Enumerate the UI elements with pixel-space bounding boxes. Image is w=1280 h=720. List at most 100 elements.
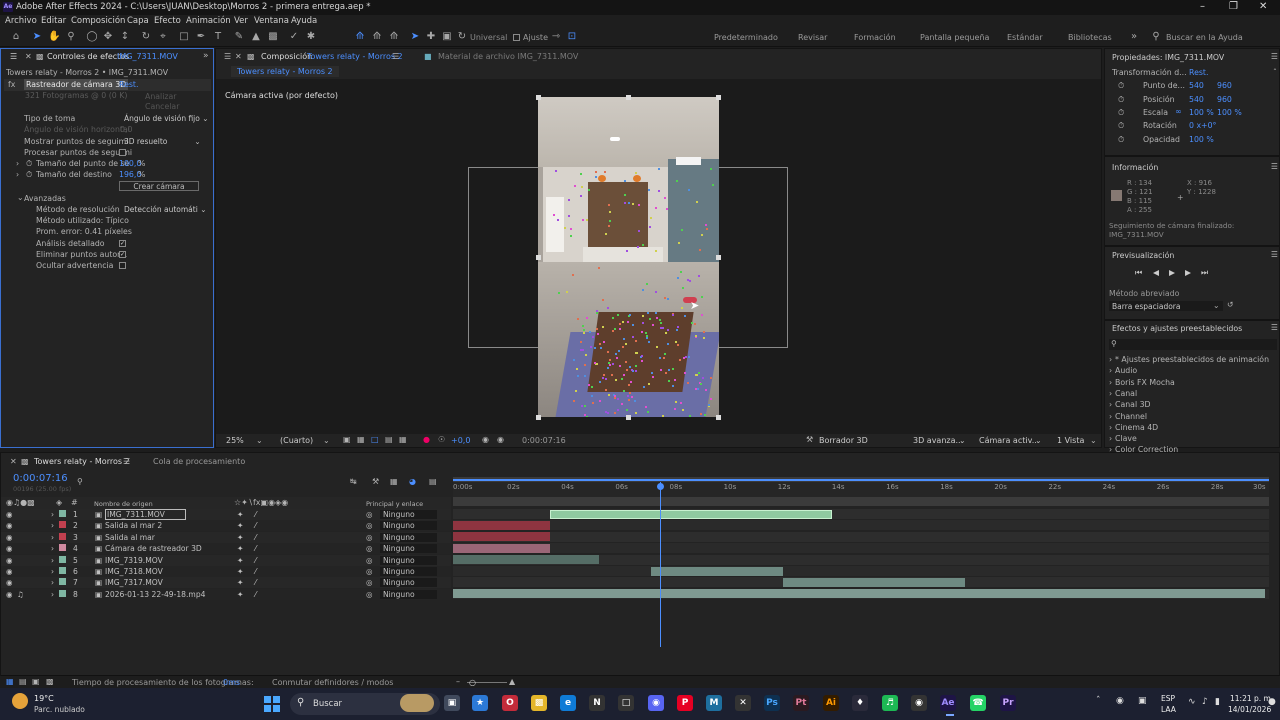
layer-row[interactable]: ◉›▣✦⁄◎⌄2Salida al mar 2Ninguno [1,520,451,532]
track-point[interactable] [600,346,603,349]
rotation-value[interactable]: 0 x+0° [1189,121,1216,130]
grid-icon[interactable]: ▦ [399,435,407,444]
preset-category[interactable]: Clave [1115,434,1137,443]
track-point[interactable] [664,353,667,356]
region-icon[interactable]: ▣ [343,435,351,444]
comp-viewer-image[interactable] [538,97,719,417]
track-point[interactable] [671,368,674,371]
handle[interactable] [536,255,541,260]
shy-switch-icon[interactable]: ✦ [237,533,243,542]
track-point[interactable] [659,357,662,360]
preset-category[interactable]: Audio [1115,366,1137,375]
track-point[interactable] [709,167,712,170]
close-panel-icon[interactable]: ✕ [235,52,242,61]
tray-overflow-icon[interactable]: ˆ [1096,696,1101,706]
track-point[interactable] [635,172,638,175]
handle[interactable] [536,95,541,100]
track-point[interactable] [585,317,588,319]
parent-dropdown[interactable]: Ninguno [380,578,437,588]
track-point[interactable] [575,368,578,371]
layer-name[interactable]: 2026-01-13 22-49-18.mp4 [105,590,205,599]
parent-header[interactable]: Principal y enlace [366,500,423,508]
views-dropdown[interactable]: 1 Vista [1057,436,1084,445]
expand-arrow-icon[interactable]: › [51,578,54,587]
layer-duration-bar[interactable] [783,577,965,587]
link-icon[interactable]: ∞ [1175,107,1182,116]
expand-arrow-icon[interactable]: › [16,159,19,168]
layer-row[interactable]: ◉›▣✦⁄◎⌄3Salida al marNinguno [1,531,451,543]
weather-desc[interactable]: Parc. nublado [34,705,85,714]
puppet-tool-icon[interactable]: ✱ [305,31,317,43]
layer-name[interactable]: Salida al mar 2 [105,521,162,530]
track-point[interactable] [655,346,658,349]
track-point[interactable] [608,361,611,364]
track-point[interactable] [582,325,585,328]
shy-switch-icon[interactable]: ✦ [237,578,243,587]
transform-reset[interactable]: Rest. [1189,68,1208,77]
track-point[interactable] [617,314,620,317]
track-point[interactable] [598,381,601,384]
preset-expand-icon[interactable]: › [1109,389,1112,398]
windows-start-icon[interactable] [264,696,280,712]
track-point[interactable] [628,384,631,387]
track-point[interactable] [597,266,600,269]
track-point[interactable] [695,335,698,338]
panel-menu-icon[interactable]: ☰ [1271,162,1278,171]
photoshop-icon[interactable]: Ps [764,695,780,711]
more-workspaces-icon[interactable]: » [1128,31,1140,43]
track-point[interactable] [684,372,687,375]
dolly-camera-icon[interactable]: ↕ [119,31,131,43]
track-point[interactable] [699,383,702,386]
pickwhip-icon[interactable]: ◎ [366,544,373,553]
track-point[interactable] [586,218,589,221]
track-point[interactable] [601,377,604,380]
track-point[interactable] [569,227,572,230]
move-gizmo-icon[interactable]: ➤ [409,31,421,43]
track-point[interactable] [646,411,649,414]
track-point[interactable] [618,349,621,352]
track-point[interactable] [637,230,640,233]
ajuste-checkbox[interactable] [513,34,520,41]
label-color[interactable] [59,555,66,563]
track-point[interactable] [641,244,644,247]
premiere-icon[interactable]: Pr [1000,695,1016,711]
track-point[interactable] [604,232,607,235]
track-point[interactable] [587,384,590,387]
eliminar-checkbox[interactable]: ✓ [119,251,126,258]
track-point[interactable] [608,394,611,397]
layer-duration-bar[interactable] [453,520,551,530]
stopwatch-icon[interactable]: ⏱ [26,159,32,169]
track-point[interactable] [681,228,684,231]
track-point[interactable] [603,373,606,376]
track-point[interactable] [648,188,651,191]
fx-toggle-icon[interactable]: fx [8,80,15,89]
track-point[interactable] [637,246,640,249]
chevron-down-icon[interactable]: ⌄ [1035,436,1042,445]
workspace-predeterminado[interactable]: Predeterminado [714,33,778,42]
audio-icon[interactable]: ♫ [17,590,24,599]
track-point[interactable] [616,408,619,411]
eye-icon[interactable]: ◉ [6,521,13,530]
track-point[interactable] [699,413,702,416]
track-point[interactable] [631,335,634,338]
eye-icon[interactable]: ◉ [6,556,13,565]
timeline-tab[interactable]: Towers relaty - Morros 2 [34,457,130,466]
track-point[interactable] [698,275,700,278]
track-point[interactable] [625,250,628,252]
scale-x[interactable]: 100 % [1189,108,1214,117]
track-point[interactable] [623,389,626,392]
track-point[interactable] [587,188,590,191]
track-point[interactable] [701,377,704,380]
preset-expand-icon[interactable]: › [1109,423,1112,432]
label-color[interactable] [59,567,66,574]
handle[interactable] [626,415,631,420]
media-icon[interactable]: M [706,695,722,711]
track-point[interactable] [579,172,582,175]
track-point[interactable] [637,204,640,207]
opacity-value[interactable]: 100 % [1189,135,1214,144]
menu-ventana[interactable]: Ventana [254,16,289,26]
track-point[interactable] [695,201,698,204]
track-point[interactable] [591,386,594,389]
axis-world-icon[interactable]: ⟰ [371,31,383,43]
track-point[interactable] [650,217,653,220]
